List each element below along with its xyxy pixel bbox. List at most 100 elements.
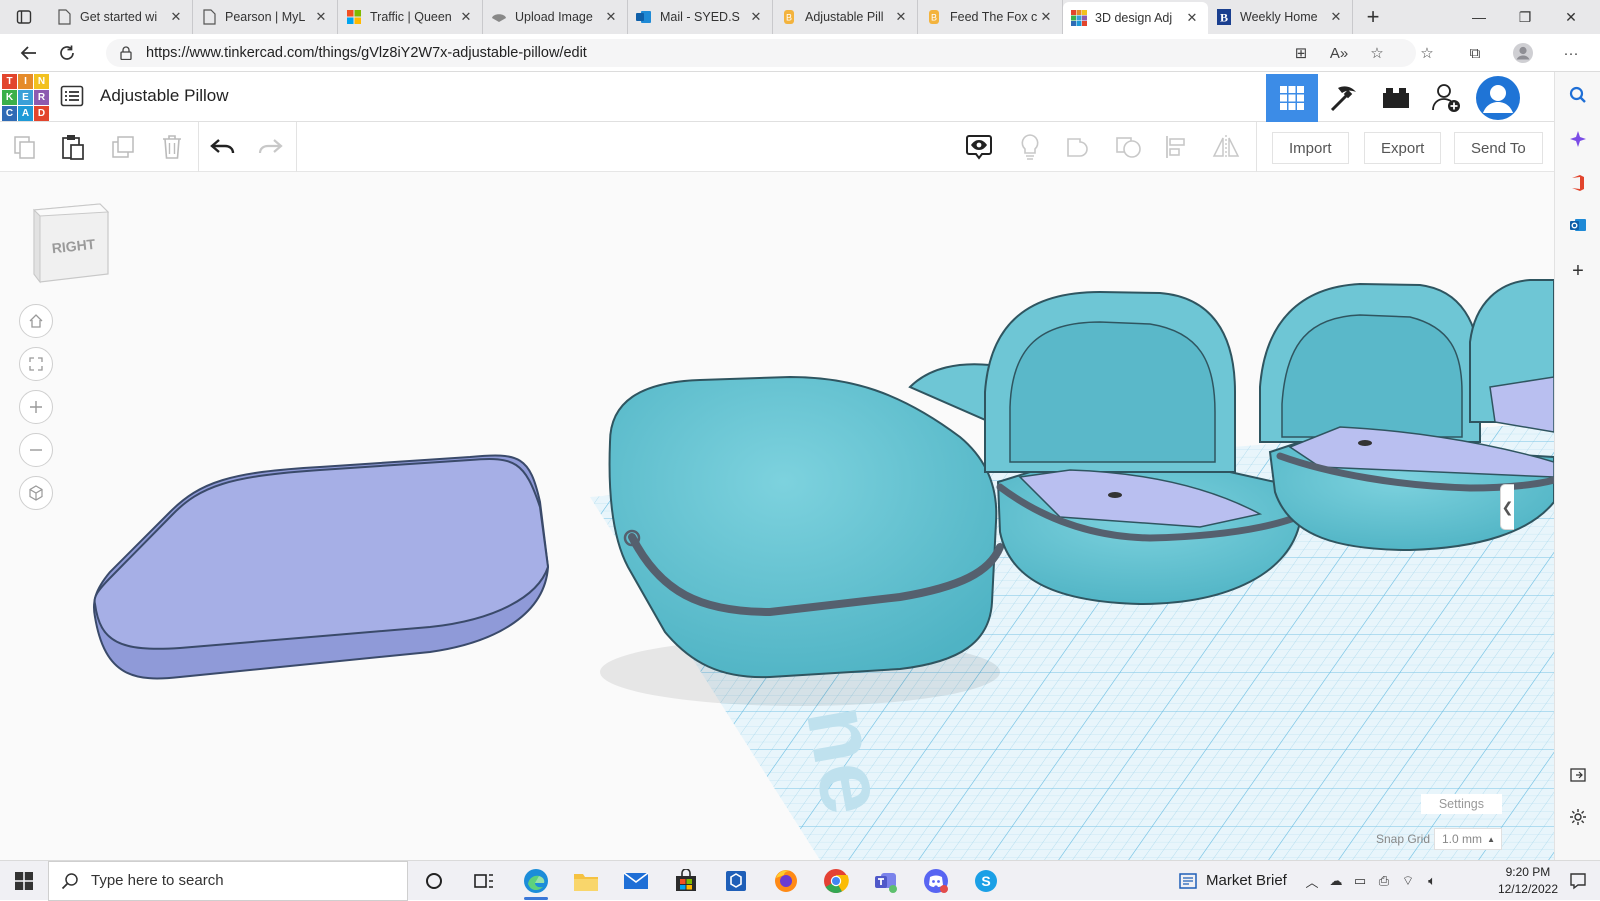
close-tab-icon[interactable]: ✕ bbox=[1184, 10, 1200, 26]
duplicate-button[interactable] bbox=[106, 130, 140, 164]
mail-taskbar-app[interactable] bbox=[612, 861, 660, 901]
minimize-button[interactable]: — bbox=[1456, 0, 1502, 34]
redo-button[interactable] bbox=[253, 130, 287, 164]
close-window-button[interactable]: ✕ bbox=[1548, 0, 1594, 34]
close-tab-icon[interactable]: ✕ bbox=[603, 9, 619, 25]
browser-tab[interactable]: Upload Image ✕ bbox=[483, 0, 628, 34]
closed-pillow-shape[interactable] bbox=[600, 375, 1004, 706]
group-button[interactable] bbox=[1062, 130, 1096, 164]
refresh-button[interactable] bbox=[48, 34, 86, 72]
notifications-button[interactable] bbox=[1568, 871, 1588, 891]
firefox-taskbar-app[interactable] bbox=[762, 861, 810, 901]
close-tab-icon[interactable]: ✕ bbox=[1038, 9, 1054, 25]
design-list-button[interactable] bbox=[60, 84, 86, 110]
start-button[interactable] bbox=[0, 861, 48, 901]
task-view-button[interactable] bbox=[460, 861, 508, 901]
zoom-out-button[interactable] bbox=[19, 433, 53, 467]
pillow-base-shape[interactable] bbox=[92, 454, 550, 680]
blocks-pickaxe-button[interactable] bbox=[1318, 74, 1370, 122]
browser-tab[interactable]: Mail - SYED.S ✕ bbox=[628, 0, 773, 34]
workplane-canvas[interactable]: ne RIGHT ❮ Settings Snap Grid 1.0 mm ▲ bbox=[0, 172, 1554, 860]
3d-design-view-button[interactable] bbox=[1266, 74, 1318, 122]
copy-button[interactable] bbox=[8, 130, 42, 164]
open-pillow-shape-3[interactable] bbox=[1469, 279, 1554, 433]
browser-tab[interactable]: Pearson | MyL ✕ bbox=[193, 0, 338, 34]
teams-taskbar-app[interactable] bbox=[862, 861, 910, 901]
browser-tab[interactable]: Get started wi ✕ bbox=[48, 0, 193, 34]
market-brief-widget-icon-button[interactable] bbox=[1176, 861, 1200, 901]
new-tab-button[interactable]: + bbox=[1353, 4, 1393, 30]
add-favorite-button[interactable]: ☆ bbox=[1366, 42, 1388, 64]
device-tray-icon[interactable]: ⎙ bbox=[1374, 871, 1394, 891]
view-cube[interactable]: RIGHT bbox=[30, 202, 110, 284]
discord-taskbar-app[interactable] bbox=[912, 861, 960, 901]
home-view-button[interactable] bbox=[19, 304, 53, 338]
collections-button[interactable]: ⧉ bbox=[1464, 42, 1486, 64]
export-button[interactable]: Export bbox=[1364, 132, 1442, 164]
profile-button[interactable] bbox=[1512, 42, 1534, 64]
browser-tab[interactable]: 3D design Adj ✕ bbox=[1063, 2, 1208, 34]
show-hidden-icons-button[interactable]: ︿ bbox=[1302, 871, 1322, 891]
browser-tab[interactable]: B Adjustable Pill ✕ bbox=[773, 0, 918, 34]
taskbar-clock[interactable]: 9:20 PM 12/12/2022 bbox=[1498, 864, 1558, 898]
edge-taskbar-app[interactable] bbox=[512, 861, 560, 901]
settings-button[interactable]: Settings bbox=[1420, 794, 1502, 814]
shapes-panel-toggle[interactable]: ❮ bbox=[1500, 484, 1514, 530]
store-taskbar-app[interactable] bbox=[662, 861, 710, 901]
back-button[interactable] bbox=[10, 34, 48, 72]
outlook-sidebar-button[interactable] bbox=[1555, 210, 1600, 240]
discover-sidebar-button[interactable] bbox=[1555, 124, 1600, 154]
cortana-button[interactable] bbox=[410, 861, 458, 901]
zoom-in-button[interactable] bbox=[19, 390, 53, 424]
bricks-view-button[interactable] bbox=[1370, 74, 1422, 122]
undo-button[interactable] bbox=[206, 130, 240, 164]
close-tab-icon[interactable]: ✕ bbox=[458, 9, 474, 25]
office-sidebar-button[interactable] bbox=[1555, 168, 1600, 198]
wifi-tray-icon[interactable]: ⌔ bbox=[1398, 871, 1418, 891]
perspective-button[interactable] bbox=[19, 476, 53, 510]
close-tab-icon[interactable]: ✕ bbox=[313, 9, 329, 25]
hide-sidebar-button[interactable] bbox=[1555, 760, 1600, 790]
3d-scene[interactable]: ne bbox=[0, 172, 1554, 860]
close-tab-icon[interactable]: ✕ bbox=[168, 9, 184, 25]
chrome-taskbar-app[interactable] bbox=[812, 861, 860, 901]
skype-taskbar-app[interactable]: S bbox=[962, 861, 1010, 901]
mirror-button[interactable] bbox=[1209, 130, 1243, 164]
settings-more-button[interactable]: ··· bbox=[1560, 42, 1582, 64]
favorites-button[interactable]: ☆ bbox=[1416, 42, 1438, 64]
design-title[interactable]: Adjustable Pillow bbox=[100, 86, 229, 106]
close-tab-icon[interactable]: ✕ bbox=[748, 9, 764, 25]
tinkercad-logo[interactable]: TIN KER CAD bbox=[2, 74, 49, 121]
battery-tray-icon[interactable]: ▭ bbox=[1350, 871, 1370, 891]
taskbar-search-input[interactable]: Type here to search bbox=[48, 860, 408, 901]
tab-actions-button[interactable] bbox=[0, 0, 48, 34]
close-tab-icon[interactable]: ✕ bbox=[1328, 9, 1344, 25]
market-brief-widget[interactable]: Market Brief bbox=[1206, 872, 1287, 889]
onedrive-tray-icon[interactable]: ☁ bbox=[1326, 871, 1346, 891]
volume-tray-icon[interactable]: 🔈︎ bbox=[1422, 871, 1442, 891]
url-field[interactable]: https://www.tinkercad.com/things/gVlz8iY… bbox=[106, 39, 1416, 67]
paste-button[interactable] bbox=[56, 130, 90, 164]
snap-grid-select[interactable]: 1.0 mm ▲ bbox=[1434, 828, 1502, 850]
fit-view-button[interactable] bbox=[19, 347, 53, 381]
delete-button[interactable] bbox=[155, 130, 189, 164]
browser-tab[interactable]: Traffic | Queen ✕ bbox=[338, 0, 483, 34]
app-available-button[interactable]: ⊞ bbox=[1290, 42, 1312, 64]
align-button[interactable] bbox=[1160, 130, 1194, 164]
browser-tab[interactable]: B Weekly Home ✕ bbox=[1208, 0, 1353, 34]
notes-visibility-button[interactable] bbox=[962, 130, 996, 164]
browser-tab[interactable]: B Feed The Fox c ✕ bbox=[918, 0, 1063, 34]
sidebar-settings-button[interactable] bbox=[1555, 802, 1600, 832]
ungroup-button[interactable] bbox=[1112, 130, 1146, 164]
invite-user-button[interactable] bbox=[1420, 74, 1472, 122]
user-avatar[interactable] bbox=[1472, 74, 1524, 122]
search-sidebar-button[interactable] bbox=[1555, 80, 1600, 110]
remote-desktop-taskbar-app[interactable] bbox=[712, 861, 760, 901]
add-sidebar-app-button[interactable]: + bbox=[1555, 256, 1600, 286]
show-all-button[interactable] bbox=[1013, 130, 1047, 164]
close-tab-icon[interactable]: ✕ bbox=[893, 9, 909, 25]
restore-button[interactable]: ❐ bbox=[1502, 0, 1548, 34]
import-button[interactable]: Import bbox=[1272, 132, 1349, 164]
file-explorer-taskbar-app[interactable] bbox=[562, 861, 610, 901]
read-aloud-button[interactable]: A» bbox=[1328, 42, 1350, 64]
